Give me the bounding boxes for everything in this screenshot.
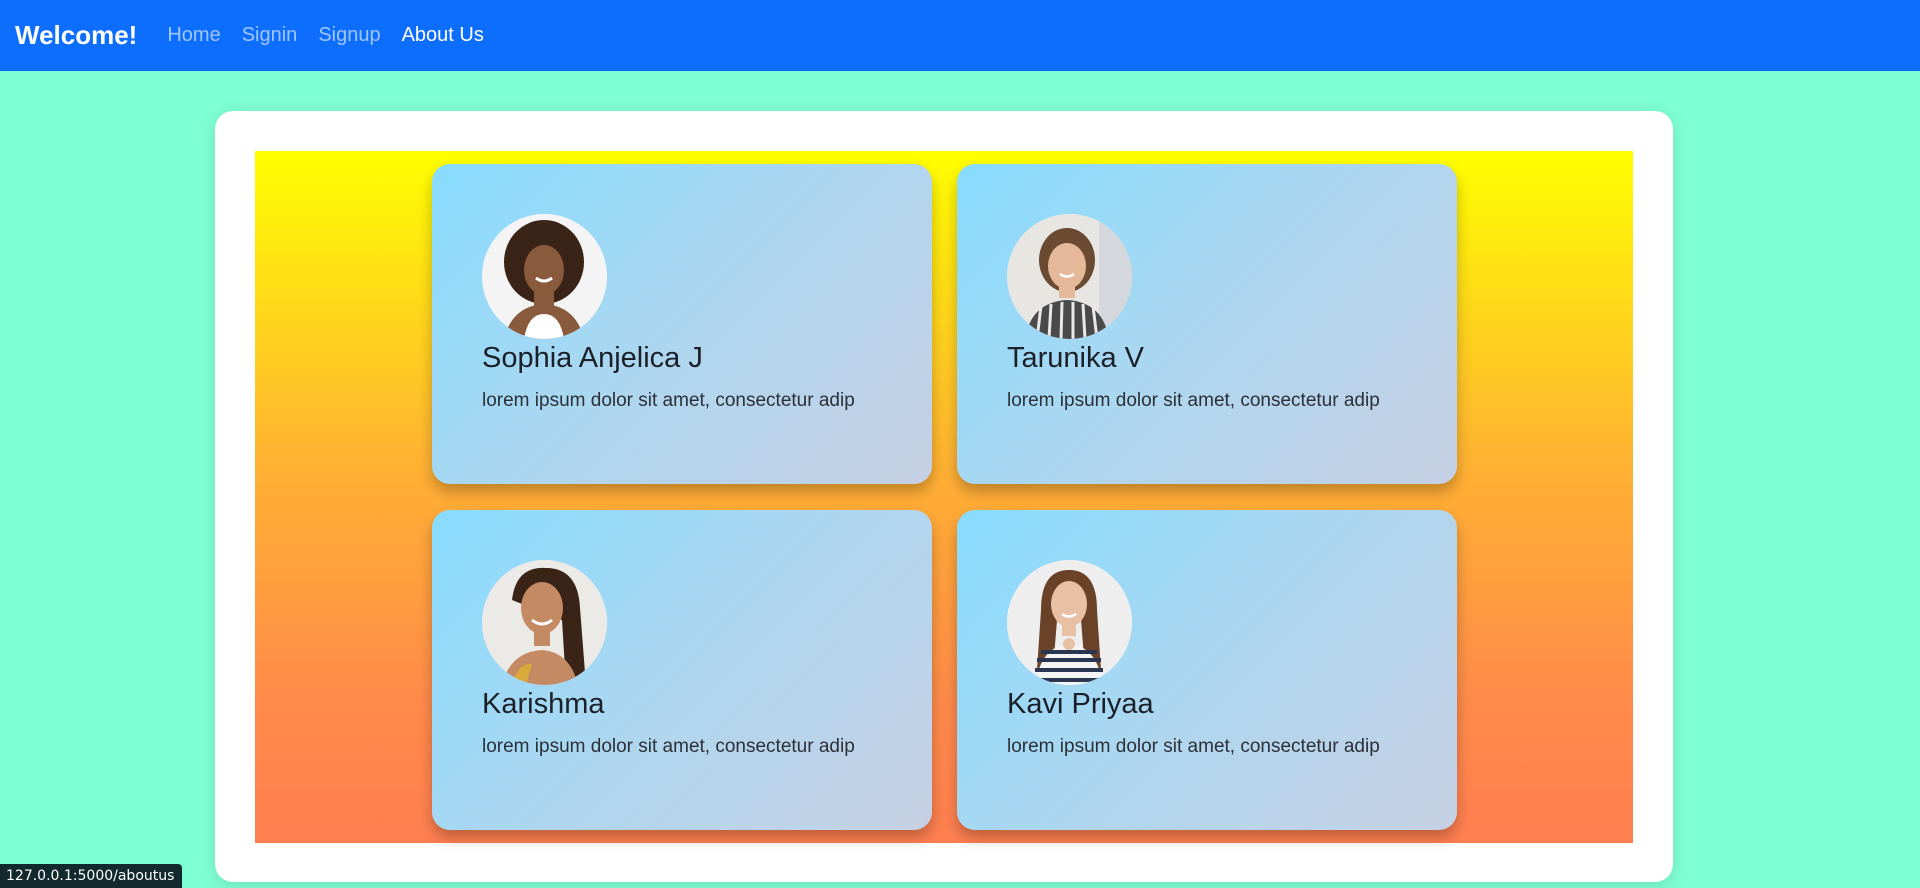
team-member-card: Tarunika V lorem ipsum dolor sit amet, c… [957,164,1457,484]
member-photo [1007,214,1132,339]
nav-link-signin[interactable]: Signin [242,24,298,47]
member-description: lorem ipsum dolor sit amet, consectetur … [1007,736,1380,757]
navbar: Welcome! Home Signin Signup About Us [0,0,1920,71]
about-us-container: Sophia Anjelica J lorem ipsum dolor sit … [215,111,1673,882]
member-description: lorem ipsum dolor sit amet, consectetur … [1007,390,1380,411]
member-name: Karishma [482,688,605,720]
navbar-brand[interactable]: Welcome! [15,20,137,51]
member-name: Kavi Priyaa [1007,688,1154,720]
team-gradient-panel: Sophia Anjelica J lorem ipsum dolor sit … [255,151,1633,843]
nav-link-about-us[interactable]: About Us [402,24,484,47]
status-bar-url: 127.0.0.1:5000/aboutus [0,864,183,888]
team-member-card: Karishma lorem ipsum dolor sit amet, con… [432,510,932,830]
member-name: Tarunika V [1007,342,1145,374]
nav-link-home[interactable]: Home [167,24,220,47]
member-description: lorem ipsum dolor sit amet, consectetur … [482,736,855,757]
member-name: Sophia Anjelica J [482,342,703,374]
member-photo [1007,560,1132,685]
member-photo [482,214,607,339]
member-description: lorem ipsum dolor sit amet, consectetur … [482,390,855,411]
team-member-card: Kavi Priyaa lorem ipsum dolor sit amet, … [957,510,1457,830]
nav-link-signup[interactable]: Signup [318,24,380,47]
team-member-card: Sophia Anjelica J lorem ipsum dolor sit … [432,164,932,484]
member-photo [482,560,607,685]
